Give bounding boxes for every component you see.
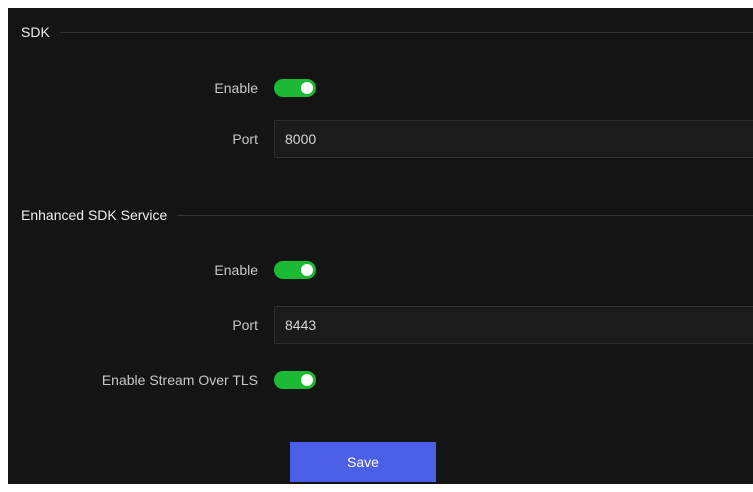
section-divider — [59, 31, 753, 33]
sdk-port-row: Port 8000 — [8, 119, 753, 159]
sdk-enable-toggle[interactable] — [274, 79, 316, 97]
tls-enable-label: Enable Stream Over TLS — [101, 372, 258, 388]
enhanced-port-row: Port 8443 — [8, 305, 753, 345]
settings-panel: SDK Enable Port 8000 Enhanced SDK Servic… — [8, 8, 753, 484]
tls-enable-toggle[interactable] — [274, 371, 316, 389]
sdk-port-label: Port — [232, 131, 258, 147]
section-divider — [177, 214, 753, 216]
sdk-enable-row: Enable — [8, 78, 753, 98]
enhanced-enable-label: Enable — [214, 262, 258, 278]
enhanced-port-label: Port — [232, 317, 258, 333]
section-header-sdk: SDK — [8, 22, 753, 42]
save-button[interactable]: Save — [290, 442, 436, 482]
toggle-knob — [301, 264, 313, 276]
section-header-enhanced-sdk: Enhanced SDK Service — [8, 205, 753, 225]
section-title-enhanced-sdk: Enhanced SDK Service — [21, 207, 168, 223]
enhanced-enable-row: Enable — [8, 260, 753, 280]
sdk-port-input[interactable]: 8000 — [274, 120, 753, 158]
toggle-knob — [301, 374, 313, 386]
toggle-knob — [301, 82, 313, 94]
enhanced-enable-toggle[interactable] — [274, 261, 316, 279]
enhanced-port-input[interactable]: 8443 — [274, 306, 753, 344]
sdk-enable-label: Enable — [214, 80, 258, 96]
tls-enable-row: Enable Stream Over TLS — [8, 370, 753, 390]
section-title-sdk: SDK — [21, 24, 50, 40]
